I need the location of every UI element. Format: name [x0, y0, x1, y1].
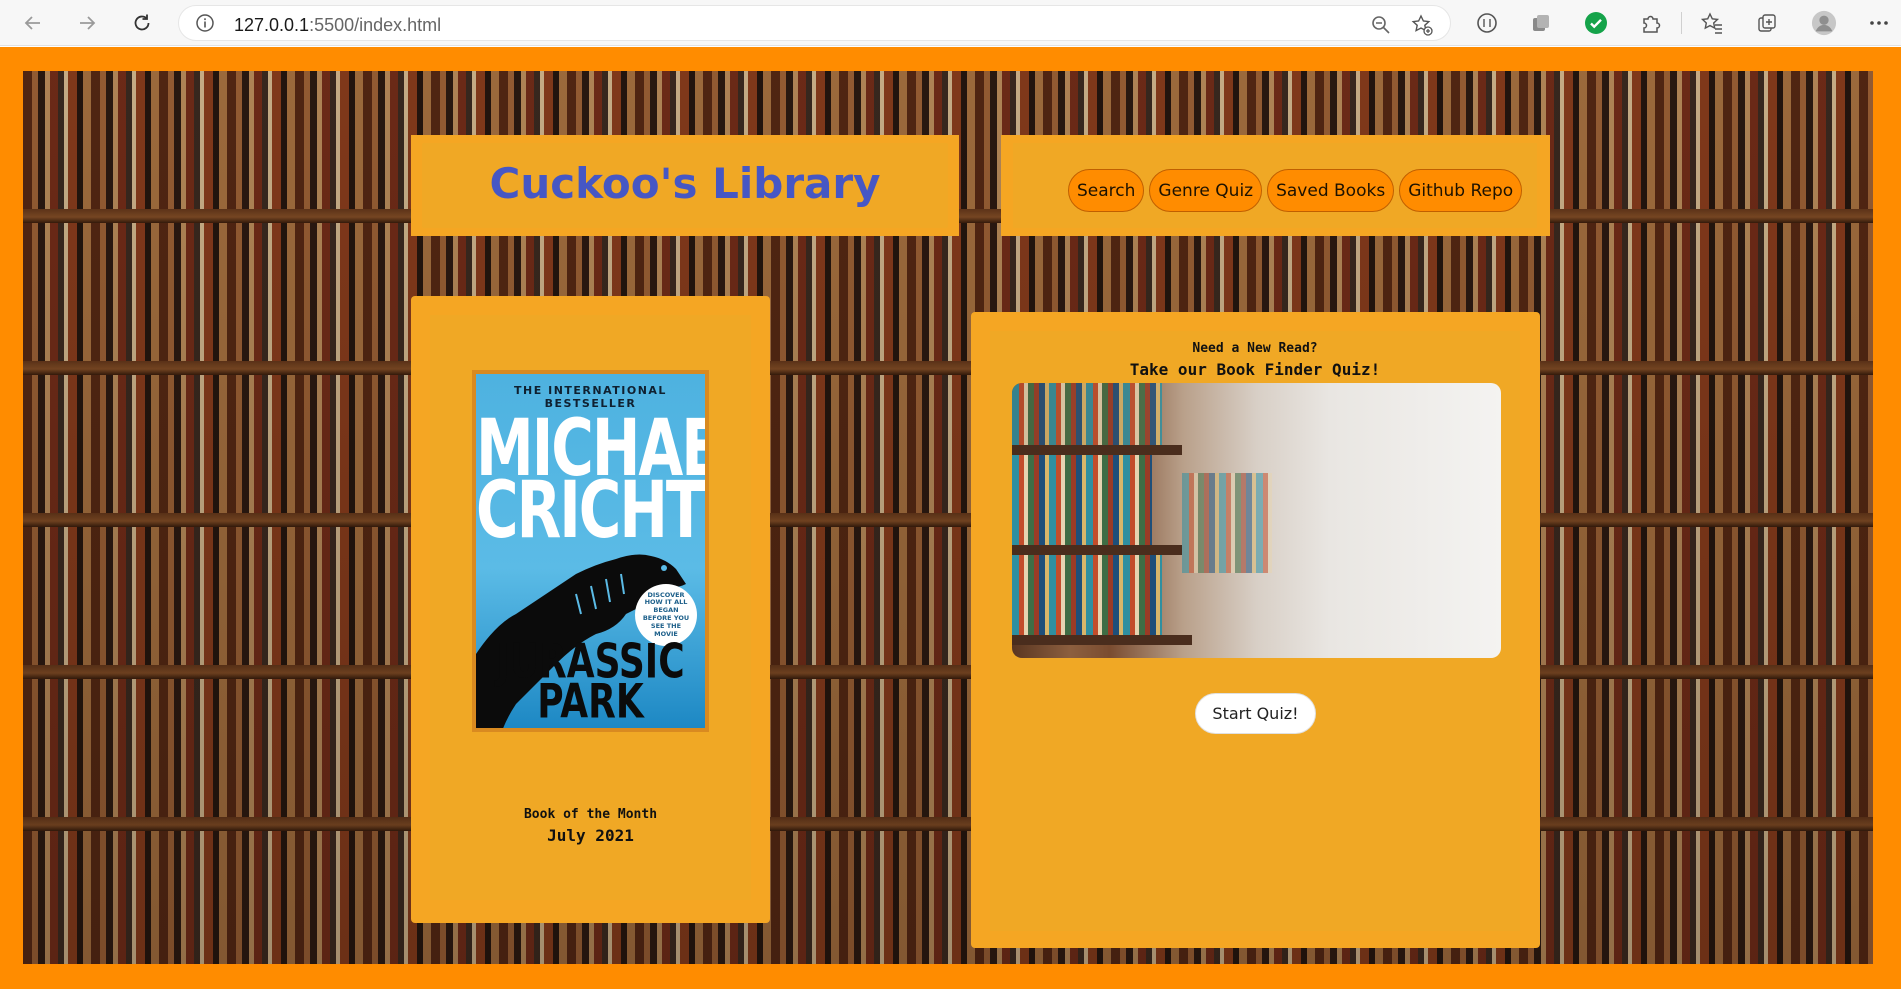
extensions-icon[interactable] — [1638, 10, 1664, 36]
back-icon[interactable] — [18, 8, 48, 38]
info-icon[interactable] — [195, 13, 215, 33]
profile-icon[interactable] — [1811, 10, 1837, 36]
bookshelf-background: Cuckoo's Library Search Genre Quiz Saved… — [23, 71, 1873, 964]
quiz-panel: Need a New Read? Take our Book Finder Qu… — [971, 312, 1540, 948]
quiz-heading: Take our Book Finder Quiz! — [1129, 360, 1381, 379]
book-of-month-label: Book of the Month — [523, 807, 658, 822]
favorites-icon[interactable] — [1699, 10, 1725, 36]
forward-icon[interactable] — [72, 8, 102, 38]
nav-saved-books-button[interactable]: Saved Books — [1267, 169, 1395, 212]
tracking-icon[interactable] — [1474, 10, 1500, 36]
zoom-icon[interactable] — [1370, 14, 1392, 36]
quiz-kicker: Need a New Read? — [1192, 341, 1318, 356]
nav-github-repo-button[interactable]: Github Repo — [1399, 169, 1523, 212]
library-shelf-image — [1012, 383, 1501, 658]
nav-search-button[interactable]: Search — [1068, 169, 1145, 212]
nav-genre-quiz-button[interactable]: Genre Quiz — [1149, 169, 1263, 212]
book-of-month-panel: THE INTERNATIONAL BESTSELLER MICHAEL CRI… — [411, 296, 770, 923]
book-cover-image: THE INTERNATIONAL BESTSELLER MICHAEL CRI… — [472, 370, 709, 732]
refresh-icon[interactable] — [127, 8, 157, 38]
site-title: Cuckoo's Library — [489, 159, 881, 208]
cover-title-second: PARK — [537, 675, 644, 730]
page-border: Cuckoo's Library Search Genre Quiz Saved… — [0, 47, 1901, 989]
more-icon[interactable] — [1866, 10, 1892, 36]
collections-add-icon[interactable] — [1754, 10, 1780, 36]
nav-links: Search Genre Quiz Saved Books Github Rep… — [1068, 169, 1523, 212]
favorite-add-icon[interactable] — [1410, 13, 1434, 37]
header-panel: Cuckoo's Library — [411, 135, 959, 236]
book-of-month-date: July 2021 — [547, 826, 634, 845]
address-bar[interactable]: 127.0.0.1:5500/index.html — [178, 5, 1451, 41]
grammarly-icon[interactable] — [1583, 10, 1609, 36]
start-quiz-button[interactable]: Start Quiz! — [1195, 693, 1316, 734]
url-text[interactable]: 127.0.0.1:5500/index.html — [234, 15, 441, 36]
browser-toolbar: 127.0.0.1:5500/index.html — [0, 0, 1901, 46]
collections-icon[interactable] — [1528, 10, 1554, 36]
nav-panel: Search Genre Quiz Saved Books Github Rep… — [1001, 135, 1550, 236]
